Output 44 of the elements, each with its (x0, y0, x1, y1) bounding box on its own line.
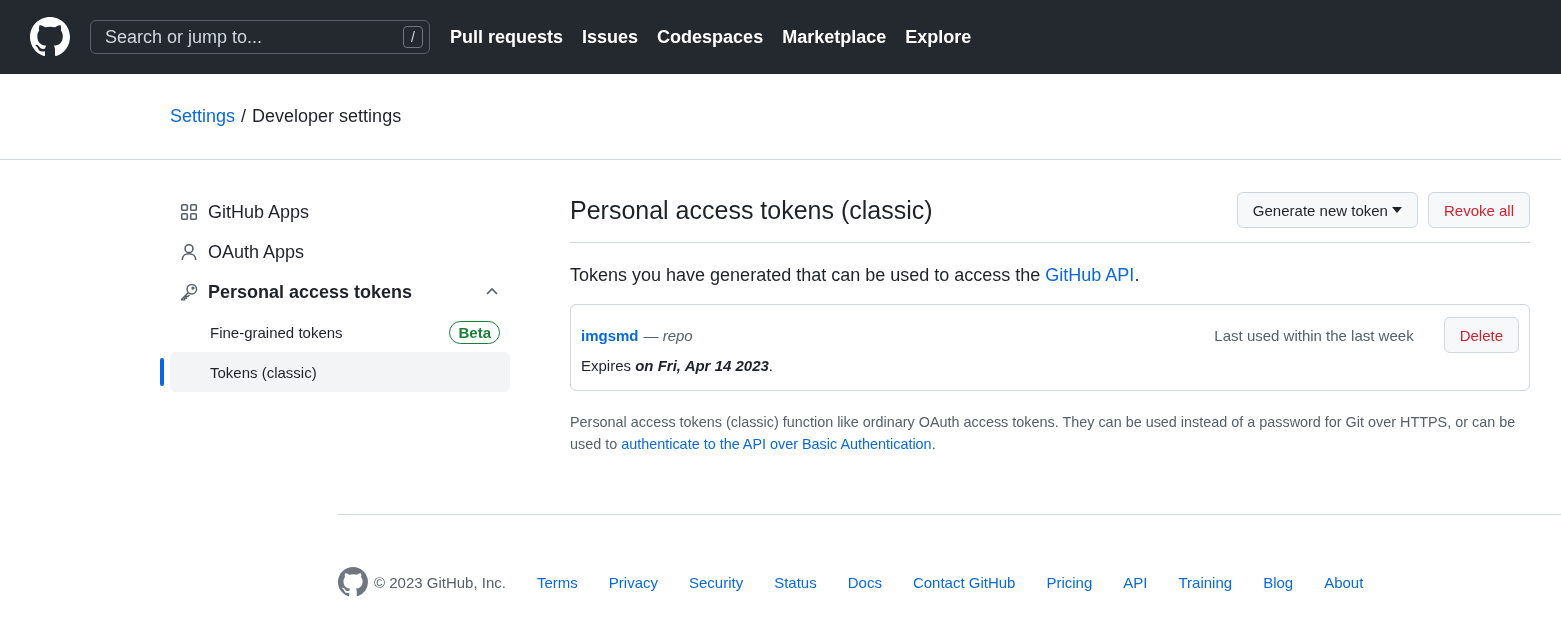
footer-link[interactable]: Contact GitHub (912, 573, 1016, 591)
footer-link[interactable]: Blog (1263, 573, 1294, 591)
sidebar-item[interactable]: GitHub Apps (160, 192, 510, 232)
key-icon (180, 283, 198, 301)
delete-button[interactable]: Delete (1443, 317, 1519, 353)
footer-link[interactable]: Pricing (1046, 573, 1093, 591)
shortcut-key: / (403, 26, 423, 48)
nav-link[interactable]: Pull requests (450, 26, 564, 48)
footer-link[interactable]: Docs (847, 573, 882, 591)
selection-indicator (160, 358, 164, 386)
api-link[interactable]: GitHub API (1045, 265, 1135, 285)
nav-link[interactable]: Codespaces (657, 26, 764, 48)
breadcrumb-link[interactable]: Settings (170, 106, 236, 127)
footer-link[interactable]: Terms (536, 573, 578, 591)
auth-docs-link[interactable]: authenticate to the API over Basic Authentication (621, 436, 932, 452)
sidebar-subitem[interactable]: Fine-grained tokens Beta (170, 312, 510, 352)
octocat-logo-icon (30, 17, 70, 57)
footer-link[interactable]: Training (1178, 573, 1233, 591)
footer-link[interactable]: Status (774, 573, 817, 591)
token-scopes: — repo (643, 326, 694, 344)
generate-token-button[interactable]: Generate new token (1236, 192, 1418, 228)
revoke-all-button[interactable]: Revoke all (1427, 192, 1530, 228)
nav-link[interactable]: Issues (582, 26, 639, 48)
footer-link[interactable]: Privacy (608, 573, 658, 591)
intro-text: Tokens you have generated that can be used to access the GitHub API. (570, 265, 1141, 286)
breadcrumb-current: Developer settings (252, 106, 402, 127)
sidebar-item[interactable]: Personal access tokens (160, 272, 510, 312)
token-name-link[interactable]: imgsmd (581, 326, 639, 344)
breadcrumb-separator: / (241, 106, 247, 127)
nav-link[interactable]: Explore (905, 26, 972, 48)
nav-link[interactable]: Marketplace (782, 26, 887, 48)
last-used-text: Last used within the last week (1214, 326, 1414, 344)
octocat-logo-icon (338, 567, 368, 597)
footer-link[interactable]: API (1123, 573, 1148, 591)
page-title: Personal access tokens (classic) (570, 195, 934, 225)
caret-icon (1391, 207, 1402, 213)
sidebar-item[interactable]: OAuth Apps (160, 232, 510, 272)
expiry-text: Expires on Fri, Apr 14 2023. (581, 357, 775, 374)
footer-link[interactable]: Security (689, 573, 744, 591)
footer-link[interactable]: About (1324, 573, 1364, 591)
note-text: Personal access tokens (classic) function like ordinary OAuth access tokens. They can be used instead of a password for Git over HTTPS, or can be used to authenticate to the API over Basic Authentication. (570, 413, 1517, 454)
grid-icon (180, 203, 198, 221)
copyright-text: © 2023 GitHub, Inc. (374, 573, 506, 591)
person-icon (180, 243, 198, 261)
